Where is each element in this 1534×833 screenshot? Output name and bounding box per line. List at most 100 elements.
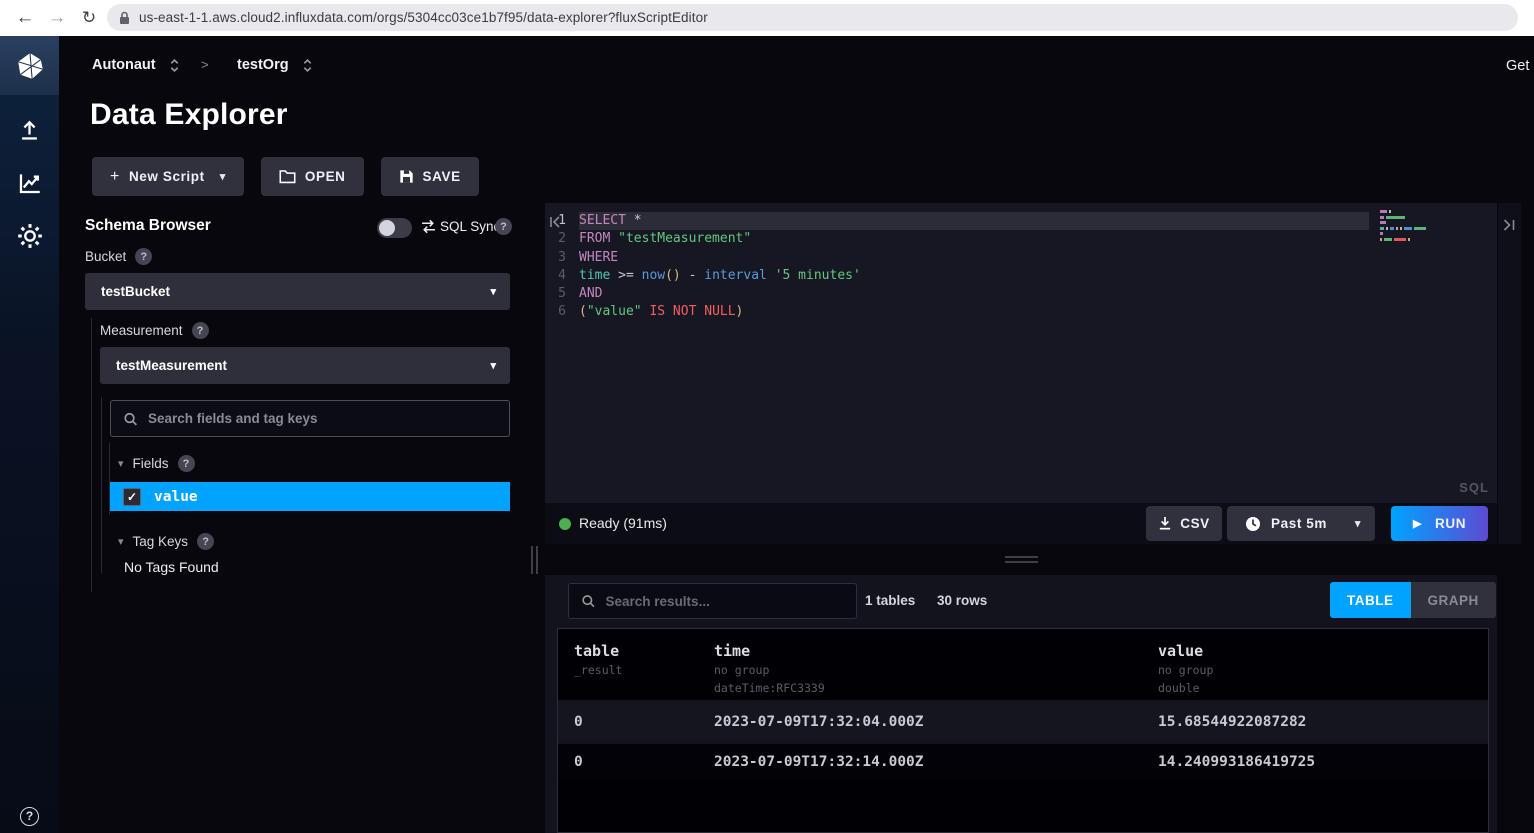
fields-help-icon[interactable]: ? — [178, 455, 195, 472]
new-script-label: New Script — [129, 169, 205, 184]
sql-sync-help-icon[interactable]: ? — [495, 218, 512, 235]
account-dropdown[interactable]: Autonaut — [92, 57, 180, 73]
measurement-label-row: Measurement ? — [100, 322, 209, 339]
measurement-help-icon[interactable]: ? — [192, 322, 209, 339]
code-line[interactable]: 3WHERE — [545, 249, 1497, 267]
browser-back-icon[interactable]: ← — [12, 5, 38, 31]
help-icon[interactable]: ? — [0, 799, 59, 833]
sql-sync-toggle[interactable] — [377, 218, 412, 238]
org-dropdown[interactable]: testOrg — [237, 57, 313, 73]
language-label: SQL — [1459, 480, 1489, 495]
collapse-caret-icon[interactable]: ▾ — [118, 535, 124, 548]
code-line[interactable]: 5AND — [545, 285, 1497, 303]
tag-keys-label: Tag Keys — [133, 534, 189, 549]
field-name: value — [154, 489, 198, 505]
time-range-label: Past 5m — [1271, 516, 1327, 531]
chevron-down-icon: ▾ — [220, 172, 226, 182]
field-item[interactable]: ✓ value — [110, 482, 510, 511]
browser-forward-icon[interactable]: → — [44, 5, 70, 31]
line-number: 2 — [545, 230, 579, 248]
column-header: table_result — [574, 642, 714, 700]
collapse-caret-icon[interactable]: ▾ — [118, 457, 124, 470]
tables-count: 1 tables — [865, 593, 915, 608]
graph-icon[interactable] — [0, 166, 59, 200]
schema-browser: Schema Browser SQL Sync ? Bucket ? testB… — [85, 215, 510, 645]
bucket-help-icon[interactable]: ? — [135, 248, 152, 265]
indent-guide — [91, 318, 92, 592]
bucket-dropdown[interactable]: testBucket ▾ — [85, 273, 510, 310]
line-number: 3 — [545, 249, 579, 267]
code-line[interactable]: 4time >= now() - interval '5 minutes' — [545, 267, 1497, 285]
results-search-input[interactable] — [606, 594, 844, 609]
browser-toolbar: ← → ↻ us-east-1-1.aws.cloud2.influxdata.… — [0, 0, 1534, 36]
collapse-right-icon[interactable] — [1502, 216, 1517, 234]
editor-right-strip — [1497, 203, 1521, 544]
table-cell: 14.240993186419725 — [1158, 754, 1472, 770]
status-dot — [559, 518, 571, 530]
tag-keys-help-icon[interactable]: ? — [197, 533, 214, 550]
no-tags-text: No Tags Found — [124, 559, 219, 575]
measurement-dropdown[interactable]: testMeasurement ▾ — [100, 347, 510, 384]
new-script-button[interactable]: + New Script ▾ — [92, 157, 244, 196]
fields-section-row: ▾ Fields ? — [118, 455, 195, 472]
chevron-down-icon: ▾ — [490, 361, 496, 371]
lock-icon — [119, 11, 130, 25]
table-cell: 2023-07-09T17:32:14.000Z — [714, 754, 1158, 770]
sort-chevrons-icon — [169, 58, 180, 73]
browser-refresh-icon[interactable]: ↻ — [76, 5, 102, 31]
sql-editor[interactable]: 1SELECT *2FROM "testMeasurement"3WHERE4t… — [545, 203, 1497, 503]
screen: ← → ↻ us-east-1-1.aws.cloud2.influxdata.… — [0, 0, 1534, 833]
bucket-label-row: Bucket ? — [85, 248, 152, 265]
csv-label: CSV — [1180, 516, 1210, 531]
column-header: valueno groupdouble — [1158, 642, 1472, 700]
clock-icon — [1245, 516, 1261, 532]
vertical-resize-handle[interactable] — [531, 546, 538, 574]
run-button[interactable]: ▶ RUN — [1391, 506, 1488, 541]
help-question-glyph: ? — [20, 807, 39, 826]
toggle-knob — [379, 220, 395, 236]
status-text: Ready (91ms) — [579, 515, 667, 531]
schema-search-input[interactable] — [148, 411, 497, 426]
bucket-value: testBucket — [101, 284, 170, 299]
results-table-body: 02023-07-09T17:32:04.000Z15.685449220872… — [558, 700, 1488, 780]
save-button[interactable]: SAVE — [381, 157, 479, 196]
results-table-header: table_resulttimeno groupdateTime:RFC3339… — [558, 629, 1488, 700]
save-label: SAVE — [423, 169, 461, 184]
csv-download-button[interactable]: CSV — [1146, 506, 1222, 541]
script-toolbar: + New Script ▾ OPEN SAVE — [92, 157, 479, 196]
code-line[interactable]: 1SELECT * — [545, 212, 1497, 230]
influxdb-logo[interactable] — [0, 36, 59, 95]
minimap[interactable] — [1380, 210, 1426, 243]
column-header: timeno groupdateTime:RFC3339 — [714, 642, 1158, 700]
get-link[interactable]: Get — [1506, 58, 1529, 74]
gear-icon[interactable] — [0, 219, 59, 253]
open-button[interactable]: OPEN — [261, 157, 364, 196]
breadcrumb-separator: > — [201, 57, 209, 72]
schema-search — [110, 400, 510, 437]
chevron-down-icon: ▾ — [1355, 519, 1361, 529]
chevron-down-icon: ▾ — [490, 287, 496, 297]
code-line[interactable]: 2FROM "testMeasurement" — [545, 230, 1497, 248]
table-row: 02023-07-09T17:32:14.000Z14.240993186419… — [558, 740, 1488, 780]
results-search — [568, 583, 857, 619]
code-line[interactable]: 6("value" IS NOT NULL) — [545, 303, 1497, 321]
search-icon — [581, 593, 596, 609]
line-number: 5 — [545, 285, 579, 303]
view-tab-graph[interactable]: GRAPH — [1411, 582, 1496, 618]
sql-sync-label: SQL Sync — [440, 219, 500, 234]
plus-icon: + — [110, 168, 120, 186]
field-checkbox[interactable]: ✓ — [123, 488, 141, 506]
search-icon — [123, 411, 138, 427]
schema-browser-title: Schema Browser — [85, 217, 211, 235]
nav-rail: ? — [0, 36, 59, 833]
url-bar[interactable]: us-east-1-1.aws.cloud2.influxdata.com/or… — [107, 4, 1518, 31]
bucket-label: Bucket — [85, 249, 126, 264]
account-name: Autonaut — [92, 57, 156, 73]
results-table: table_resulttimeno groupdateTime:RFC3339… — [557, 628, 1489, 833]
upload-icon[interactable] — [0, 113, 59, 147]
view-tab-table[interactable]: TABLE — [1330, 582, 1411, 618]
horizontal-resize-handle[interactable] — [1005, 556, 1038, 566]
time-range-dropdown[interactable]: Past 5m ▾ — [1227, 506, 1375, 541]
measurement-label: Measurement — [100, 323, 183, 338]
fields-label: Fields — [133, 456, 169, 471]
